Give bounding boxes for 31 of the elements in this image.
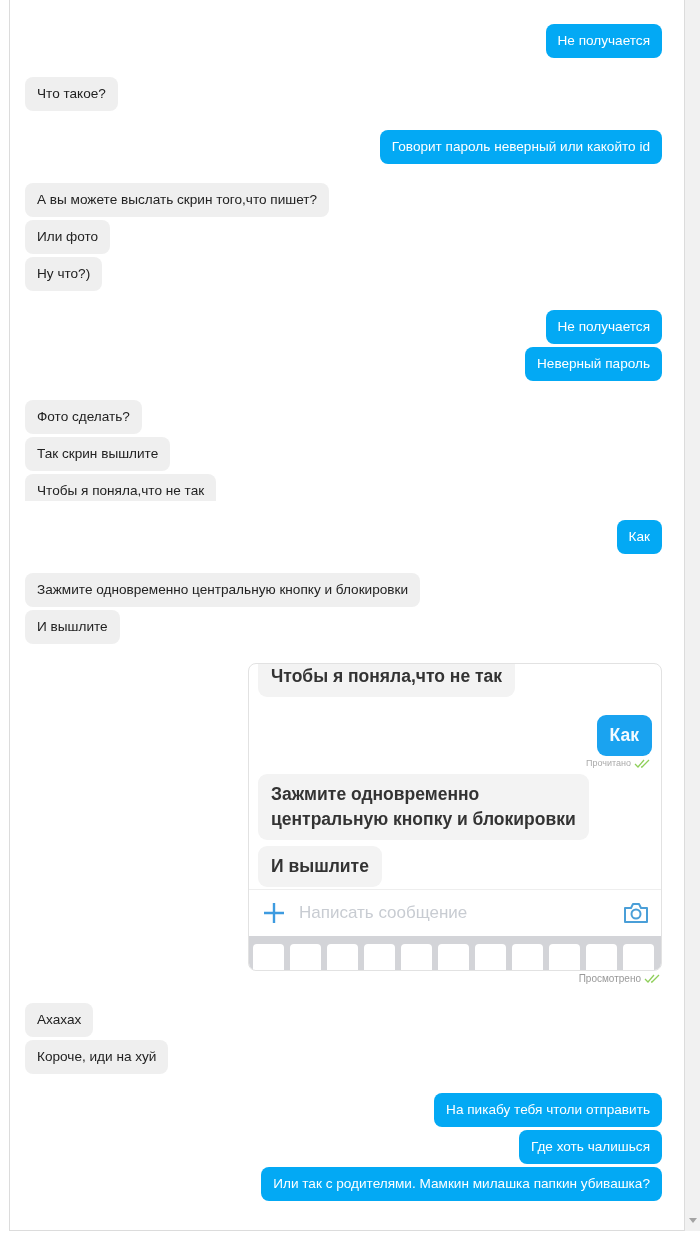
- read-status: Прочитано: [586, 758, 631, 768]
- message-bubble: И вышлите: [25, 610, 120, 644]
- message-bubble: Чтобы я поняла,что не так: [258, 664, 516, 697]
- message-bubble: А вы можете выслать скрин того,что пишет?: [25, 183, 330, 217]
- message-bubble: Говорит пароль неверный или какойто id: [379, 130, 662, 164]
- message-bubble: Не получается: [545, 310, 662, 344]
- message-bubble: Зажмите одновременно центральную кнопку и блокировки: [25, 573, 421, 607]
- double-check-icon: [634, 758, 652, 768]
- message-bubble: Как: [616, 520, 662, 554]
- message-bubble: Так скрин вышлите: [25, 437, 171, 471]
- scrollbar[interactable]: [685, 0, 700, 1231]
- message-bubble: Ахахах: [25, 1003, 94, 1037]
- message-bubble: Чтобы я поняла,что не так: [25, 474, 217, 501]
- message-bubble: Зажмите одновременно центральную кнопку и блокировки: [258, 774, 589, 840]
- seen-status: Просмотрено: [578, 973, 641, 984]
- message-bubble: Или так с родителями. Мамкин милашка папкин убивашка?: [261, 1167, 662, 1201]
- message-bubble: Фото сделать?: [25, 400, 142, 434]
- plus-icon: [263, 902, 285, 924]
- message-bubble: Где хоть чалишься: [518, 1130, 662, 1164]
- message-bubble: Не получается: [545, 24, 662, 58]
- camera-icon: [623, 902, 649, 924]
- message-bubble: Неверный пароль: [525, 347, 662, 381]
- message-bubble: Как: [596, 715, 652, 756]
- message-bubble: На пикабу тебя чтоли отправить: [434, 1093, 662, 1127]
- message-bubble: Ну что?): [25, 257, 103, 291]
- message-bubble: Что такое?: [25, 77, 118, 111]
- message-bubble: Короче, иди на хуй: [25, 1040, 169, 1074]
- double-check-icon: [644, 974, 662, 983]
- scroll-down-icon[interactable]: [688, 1218, 697, 1223]
- message-bubble: И вышлите: [258, 846, 382, 887]
- message-bubble: Или фото: [25, 220, 111, 254]
